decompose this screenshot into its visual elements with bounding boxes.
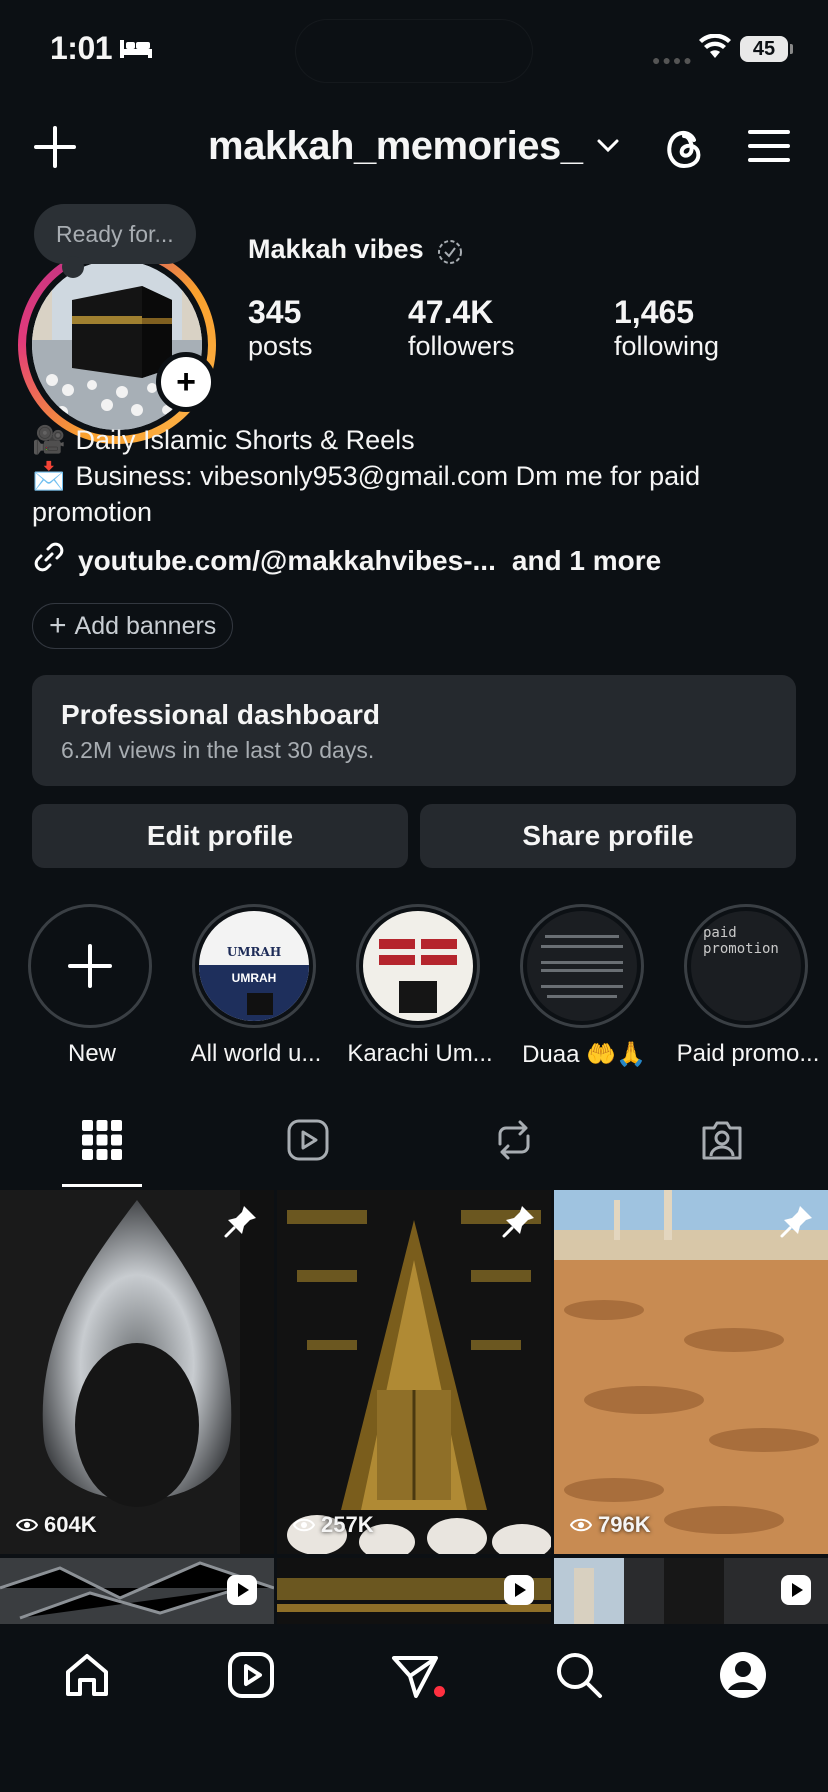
- profile-avatar-icon: [720, 1652, 766, 1698]
- grid-tab[interactable]: [80, 1118, 124, 1167]
- add-banners-button[interactable]: + Add banners: [32, 603, 234, 649]
- highlight-all-world-umrah[interactable]: UMRAH UMRAH All world u...: [191, 904, 321, 1068]
- status-time: 1:01: [50, 30, 113, 66]
- tagged-icon: [702, 1121, 742, 1160]
- home-tab[interactable]: [62, 1650, 112, 1705]
- reel-icon: [226, 1574, 258, 1606]
- post-thumbnail[interactable]: [0, 1190, 274, 1554]
- highlight-cover-text: UMRAH: [231, 971, 277, 985]
- bio-line: Business: vibesonly953@gmail.com Dm me f…: [32, 461, 701, 527]
- dashboard-subtitle: 6.2M views in the last 30 days.: [61, 737, 375, 763]
- highlight-label: New: [67, 1040, 116, 1067]
- chevron-down-icon[interactable]: [596, 138, 620, 159]
- battery-indicator: 45: [740, 36, 793, 62]
- stat-value: 345: [248, 294, 302, 330]
- followers-count[interactable]: 47.4K followers: [408, 294, 515, 362]
- bio-link[interactable]: youtube.com/@makkahvibes-...: [78, 545, 496, 577]
- notification-dot: [434, 1686, 445, 1697]
- post-views: 604K: [16, 1512, 97, 1538]
- new-highlight-circle: [28, 904, 152, 1028]
- professional-dashboard[interactable]: Professional dashboard 6.2M views in the…: [32, 675, 796, 786]
- video-camera-icon: 🎥: [32, 425, 66, 455]
- more-links[interactable]: and 1 more: [512, 545, 661, 577]
- stat-value: 47.4K: [408, 294, 494, 330]
- highlight-label: Duaa 🤲🙏: [522, 1041, 646, 1068]
- highlight-label: Paid promo...: [676, 1040, 820, 1067]
- share-profile-button[interactable]: Share profile: [420, 804, 796, 868]
- bio: 🎥 Daily Islamic Shorts & Reels 📩 Busines…: [32, 422, 792, 530]
- highlight-karachi-umrah[interactable]: Karachi Um...: [347, 904, 493, 1068]
- threads-icon[interactable]: [660, 124, 708, 172]
- bio-line: Daily Islamic Shorts & Reels: [75, 425, 415, 455]
- highlight-cover: [520, 904, 644, 1028]
- pinned-icon: [222, 1202, 260, 1240]
- plus-icon: +: [49, 609, 67, 642]
- highlight-cover-text: paid promotion: [703, 925, 779, 957]
- stat-value: 1,465: [614, 294, 695, 330]
- home-icon: [66, 1654, 108, 1696]
- stat-label: following: [614, 331, 720, 361]
- highlight-cover: [356, 904, 480, 1028]
- highlight-new[interactable]: New: [28, 904, 156, 1068]
- highlight-label: All world u...: [190, 1040, 322, 1067]
- grid-icon: [82, 1120, 122, 1160]
- account-switcher-username[interactable]: makkah_memories_: [208, 124, 583, 169]
- note-bubble[interactable]: Ready for...: [34, 204, 196, 278]
- eye-icon: [570, 1518, 592, 1532]
- views-count: 604K: [44, 1512, 97, 1537]
- search-icon: [557, 1653, 602, 1698]
- pinned-icon: [500, 1202, 538, 1240]
- edit-profile-button[interactable]: Edit profile: [32, 804, 408, 868]
- meta-verified-icon[interactable]: [436, 238, 464, 271]
- menu-icon[interactable]: [748, 128, 790, 169]
- wifi-icon: [698, 33, 732, 65]
- reels-tab[interactable]: [286, 1118, 330, 1167]
- cellular-signal-icon: ●●●●: [652, 52, 694, 68]
- create-icon[interactable]: [32, 124, 78, 170]
- messages-tab[interactable]: [390, 1650, 440, 1705]
- reposts-icon: [498, 1120, 530, 1160]
- highlight-cover: UMRAH UMRAH: [192, 904, 316, 1028]
- eye-icon: [293, 1518, 315, 1532]
- add-story-button[interactable]: +: [156, 352, 216, 412]
- pinned-icon: [778, 1202, 816, 1240]
- tagged-tab[interactable]: [700, 1118, 744, 1167]
- reel-icon: [503, 1574, 535, 1606]
- post-views: 796K: [570, 1512, 651, 1538]
- stat-label: followers: [408, 331, 515, 361]
- envelope-icon: 📩: [32, 461, 66, 491]
- reels-icon: [287, 1119, 329, 1161]
- profile-tab[interactable]: [718, 1650, 768, 1705]
- highlight-cover-text: UMRAH: [226, 945, 282, 959]
- post-thumbnail[interactable]: [554, 1190, 828, 1554]
- add-banners-label: Add banners: [74, 611, 217, 640]
- views-count: 257K: [321, 1512, 374, 1537]
- reels-nav-icon: [228, 1652, 274, 1698]
- eye-icon: [16, 1518, 38, 1532]
- active-tab-indicator: [62, 1184, 142, 1187]
- post-views: 257K: [293, 1512, 374, 1538]
- reposts-tab[interactable]: [492, 1118, 536, 1167]
- bio-links[interactable]: youtube.com/@makkahvibes-... and 1 more: [32, 540, 661, 581]
- highlight-paid-promotion[interactable]: paid promotion Paid promo...: [677, 904, 819, 1068]
- highlight-label: Karachi Um...: [347, 1040, 493, 1067]
- dashboard-title: Professional dashboard: [61, 699, 380, 730]
- send-icon: [392, 1656, 438, 1698]
- reel-icon: [780, 1574, 812, 1606]
- views-count: 796K: [598, 1512, 651, 1537]
- search-tab[interactable]: [554, 1650, 604, 1705]
- highlight-duaa[interactable]: Duaa 🤲🙏: [520, 904, 648, 1069]
- sleep-focus-icon: [118, 36, 154, 65]
- display-name: Makkah vibes: [248, 234, 424, 264]
- link-icon: [32, 540, 66, 581]
- stat-label: posts: [248, 331, 313, 361]
- following-count[interactable]: 1,465 following: [614, 294, 719, 362]
- reels-nav-tab[interactable]: [226, 1650, 276, 1705]
- posts-count[interactable]: 345 posts: [248, 294, 313, 362]
- post-thumbnail[interactable]: [277, 1190, 551, 1554]
- highlight-cover: paid promotion: [684, 904, 808, 1028]
- dynamic-island: [296, 20, 532, 82]
